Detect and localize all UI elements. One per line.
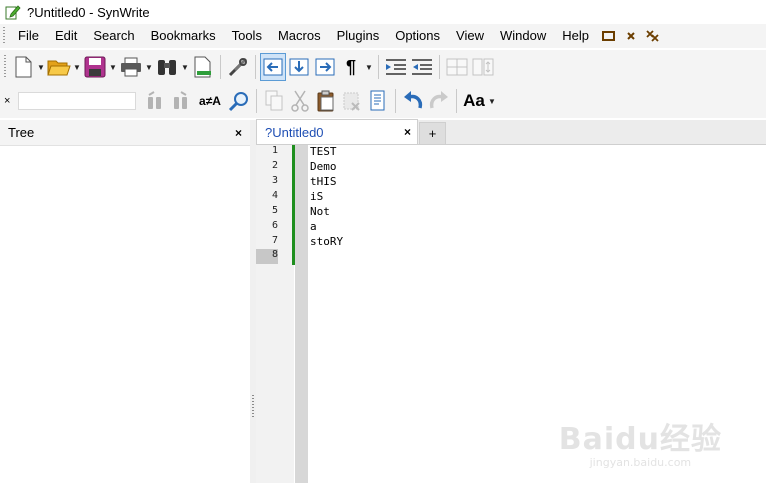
text-line[interactable]: tHIS (310, 175, 337, 188)
new-file-icon[interactable] (10, 53, 36, 81)
text-line[interactable]: a (310, 220, 317, 233)
add-tab-button[interactable]: + (419, 122, 446, 144)
tab-untitled0[interactable]: ?Untitled0 × (256, 119, 418, 144)
print-icon[interactable] (118, 53, 144, 81)
zoom-find-icon[interactable] (226, 87, 252, 115)
undo-icon[interactable] (400, 87, 426, 115)
menu-grip[interactable] (3, 27, 5, 45)
pencil-note-icon (5, 4, 21, 20)
line-number: 1 (271, 145, 278, 156)
search-close-button[interactable]: × (4, 95, 14, 107)
menu-plugins[interactable]: Plugins (329, 25, 388, 47)
copy-icon[interactable] (261, 87, 287, 115)
main-toolbar: ▼ ▼ ▼ ▼ ▼ ¶ ▼ (0, 50, 766, 84)
title-bar: ?Untitled0 - SynWrite (0, 0, 766, 24)
pilcrow-icon[interactable]: ¶ (338, 53, 364, 81)
tree-header: Tree × (0, 120, 250, 146)
toolbar-grip[interactable] (4, 55, 6, 79)
case-sensitive-icon[interactable]: a≠A (194, 87, 226, 115)
watermark-logo: Baidu经验 (558, 422, 722, 457)
tab-label: ?Untitled0 (265, 124, 324, 140)
menu-edit[interactable]: Edit (47, 25, 85, 47)
tree-title: Tree (8, 125, 35, 140)
save-disk-icon[interactable] (82, 53, 108, 81)
go-down-icon[interactable] (286, 53, 312, 81)
menu-tools[interactable]: Tools (224, 25, 270, 47)
tree-close-button[interactable]: × (235, 126, 242, 140)
menu-window[interactable]: Window (492, 25, 554, 47)
fold-strip[interactable] (295, 145, 308, 483)
menu-search[interactable]: Search (85, 25, 142, 47)
toolbar-separator (220, 55, 221, 79)
menu-view[interactable]: View (448, 25, 492, 47)
tree-panel: Tree × (0, 120, 250, 483)
text-line[interactable]: stoRY (310, 235, 343, 248)
redo-icon[interactable] (426, 87, 452, 115)
export-icon[interactable] (190, 53, 216, 81)
find-binoculars-icon[interactable] (154, 53, 180, 81)
line-number: 5 (271, 205, 278, 216)
splitter-grip[interactable] (252, 395, 254, 419)
menu-options[interactable]: Options (387, 25, 448, 47)
clipboard-icon[interactable] (365, 87, 391, 115)
unindent-icon[interactable] (409, 53, 435, 81)
line-number: 6 (271, 220, 278, 231)
restore-window-icon[interactable] (599, 25, 619, 47)
menu-help[interactable]: Help (554, 25, 597, 47)
go-forward-icon[interactable] (312, 53, 338, 81)
font-size-icon[interactable]: Aa (461, 87, 487, 115)
toolbar-separator (439, 55, 440, 79)
find-prev-icon[interactable] (142, 87, 168, 115)
toolbar-separator (255, 55, 256, 79)
search-toolbar: × a≠A Aa ▼ (0, 84, 766, 118)
text-line[interactable]: iS (310, 190, 323, 203)
menu-macros[interactable]: Macros (270, 25, 329, 47)
go-back-icon[interactable] (260, 53, 286, 81)
menu-bar: File Edit Search Bookmarks Tools Macros … (0, 24, 766, 48)
toolbar-separator (395, 89, 396, 113)
line-number: 2 (271, 160, 278, 171)
settings-tools-icon[interactable] (225, 53, 251, 81)
menu-file[interactable]: File (10, 25, 47, 47)
open-folder-icon[interactable] (46, 53, 72, 81)
line-number: 7 (271, 235, 278, 246)
search-input[interactable] (18, 92, 136, 110)
current-line-number: 8 (256, 249, 278, 264)
find-dropdown[interactable]: ▼ (180, 53, 190, 81)
menu-bookmarks[interactable]: Bookmarks (143, 25, 224, 47)
toolbar-separator (256, 89, 257, 113)
toolbar-separator (456, 89, 457, 113)
sync-scroll-icon[interactable] (470, 53, 496, 81)
toolbar-separator (378, 55, 379, 79)
print-dropdown[interactable]: ▼ (144, 53, 154, 81)
close-all-icon[interactable] (643, 25, 663, 47)
cut-icon[interactable] (287, 87, 313, 115)
tab-close-button[interactable]: × (404, 125, 411, 139)
paste-icon[interactable] (313, 87, 339, 115)
line-number-gutter: 1 2 3 4 5 6 7 8 (256, 145, 294, 483)
pilcrow-dropdown[interactable]: ▼ (364, 53, 374, 81)
save-dropdown[interactable]: ▼ (108, 53, 118, 81)
line-number: 4 (271, 190, 278, 201)
find-next-icon[interactable] (168, 87, 194, 115)
text-line[interactable]: Not (310, 205, 330, 218)
delete-icon[interactable] (339, 87, 365, 115)
line-number: 3 (271, 175, 278, 186)
new-file-dropdown[interactable]: ▼ (36, 53, 46, 81)
text-line[interactable]: Demo (310, 160, 337, 173)
tab-bar: ?Untitled0 × + (256, 119, 766, 145)
font-size-dropdown[interactable]: ▼ (487, 87, 497, 115)
close-x-icon[interactable] (621, 25, 641, 47)
text-line[interactable]: TEST (310, 145, 337, 158)
indent-icon[interactable] (383, 53, 409, 81)
watermark: Baidu经验 jingyan.baidu.com (559, 414, 722, 469)
window-title: ?Untitled0 - SynWrite (27, 4, 150, 20)
toggle-panel-icon[interactable] (444, 53, 470, 81)
open-dropdown[interactable]: ▼ (72, 53, 82, 81)
